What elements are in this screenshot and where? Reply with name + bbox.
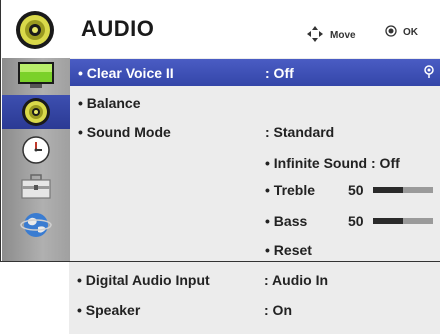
sound-mode-label: • Sound Mode (78, 124, 171, 140)
audio-icon (21, 97, 51, 127)
treble-level-fill (373, 187, 403, 193)
audio-menu-panel: AUDIO Move OK • Clear Voice II: Off • B… (0, 0, 441, 262)
digital-audio-input-value: : Audio In (264, 272, 329, 288)
sidebar-item-network[interactable] (2, 208, 70, 242)
menu-item-sound-mode[interactable]: • Sound Mode : Standard (70, 118, 440, 145)
ok-hint: OK (385, 25, 418, 40)
sidebar-item-option[interactable] (2, 170, 70, 204)
toolbox-icon (20, 174, 52, 200)
ok-button-icon (385, 25, 397, 40)
submenu-item-bass[interactable]: • Bass 50 (265, 209, 440, 233)
speaker-value: : On (264, 302, 292, 318)
digital-audio-input-label: • Digital Audio Input (77, 272, 210, 288)
clear-voice-label: • Clear Voice II (78, 65, 174, 81)
speaker-label: • Speaker (77, 302, 141, 318)
balance-label: • Balance (78, 95, 141, 111)
pin-icon (424, 65, 434, 79)
treble-label: • Treble (265, 182, 316, 198)
menu-item-balance[interactable]: • Balance (70, 89, 440, 116)
audio-settings-list: • Clear Voice II : Off • Balance • Sound… (70, 58, 440, 261)
infinite-sound-label: • Infinite Sound : Off (265, 155, 400, 171)
audio-settings-list-continued: • Digital Audio Input : Audio In • Speak… (69, 262, 440, 334)
sidebar (2, 58, 70, 261)
clear-voice-value: : Off (265, 65, 294, 81)
page-title: AUDIO (81, 16, 155, 41)
sound-mode-value: : Standard (265, 124, 335, 140)
bass-level-bar[interactable] (373, 218, 433, 224)
globe-icon (20, 210, 52, 240)
picture-icon (17, 61, 55, 89)
submenu-item-treble[interactable]: • Treble 50 (265, 178, 440, 202)
move-hint-label: Move (330, 30, 356, 41)
submenu-item-reset[interactable]: • Reset (265, 238, 440, 262)
menu-item-clear-voice[interactable]: • Clear Voice II : Off (70, 59, 440, 86)
ok-hint-label: OK (403, 27, 418, 38)
sidebar-item-picture[interactable] (2, 58, 70, 92)
bass-value: 50 (348, 213, 364, 229)
speaker-icon (15, 10, 55, 50)
bass-level-fill (373, 218, 403, 224)
menu-item-digital-audio-input[interactable]: • Digital Audio Input : Audio In (69, 266, 439, 293)
menu-item-speaker[interactable]: • Speaker : On (69, 296, 439, 323)
treble-value: 50 (348, 182, 364, 198)
submenu-item-infinite-sound[interactable]: • Infinite Sound : Off (265, 151, 440, 175)
sidebar-item-time[interactable] (2, 133, 70, 167)
reset-label: • Reset (265, 242, 312, 258)
clock-icon (21, 135, 51, 165)
move-hint: Move (306, 25, 356, 46)
bass-label: • Bass (265, 213, 308, 229)
sidebar-item-audio[interactable] (2, 95, 70, 129)
treble-level-bar[interactable] (373, 187, 433, 193)
menu-header: AUDIO Move OK (1, 0, 441, 58)
dpad-icon (306, 25, 324, 46)
